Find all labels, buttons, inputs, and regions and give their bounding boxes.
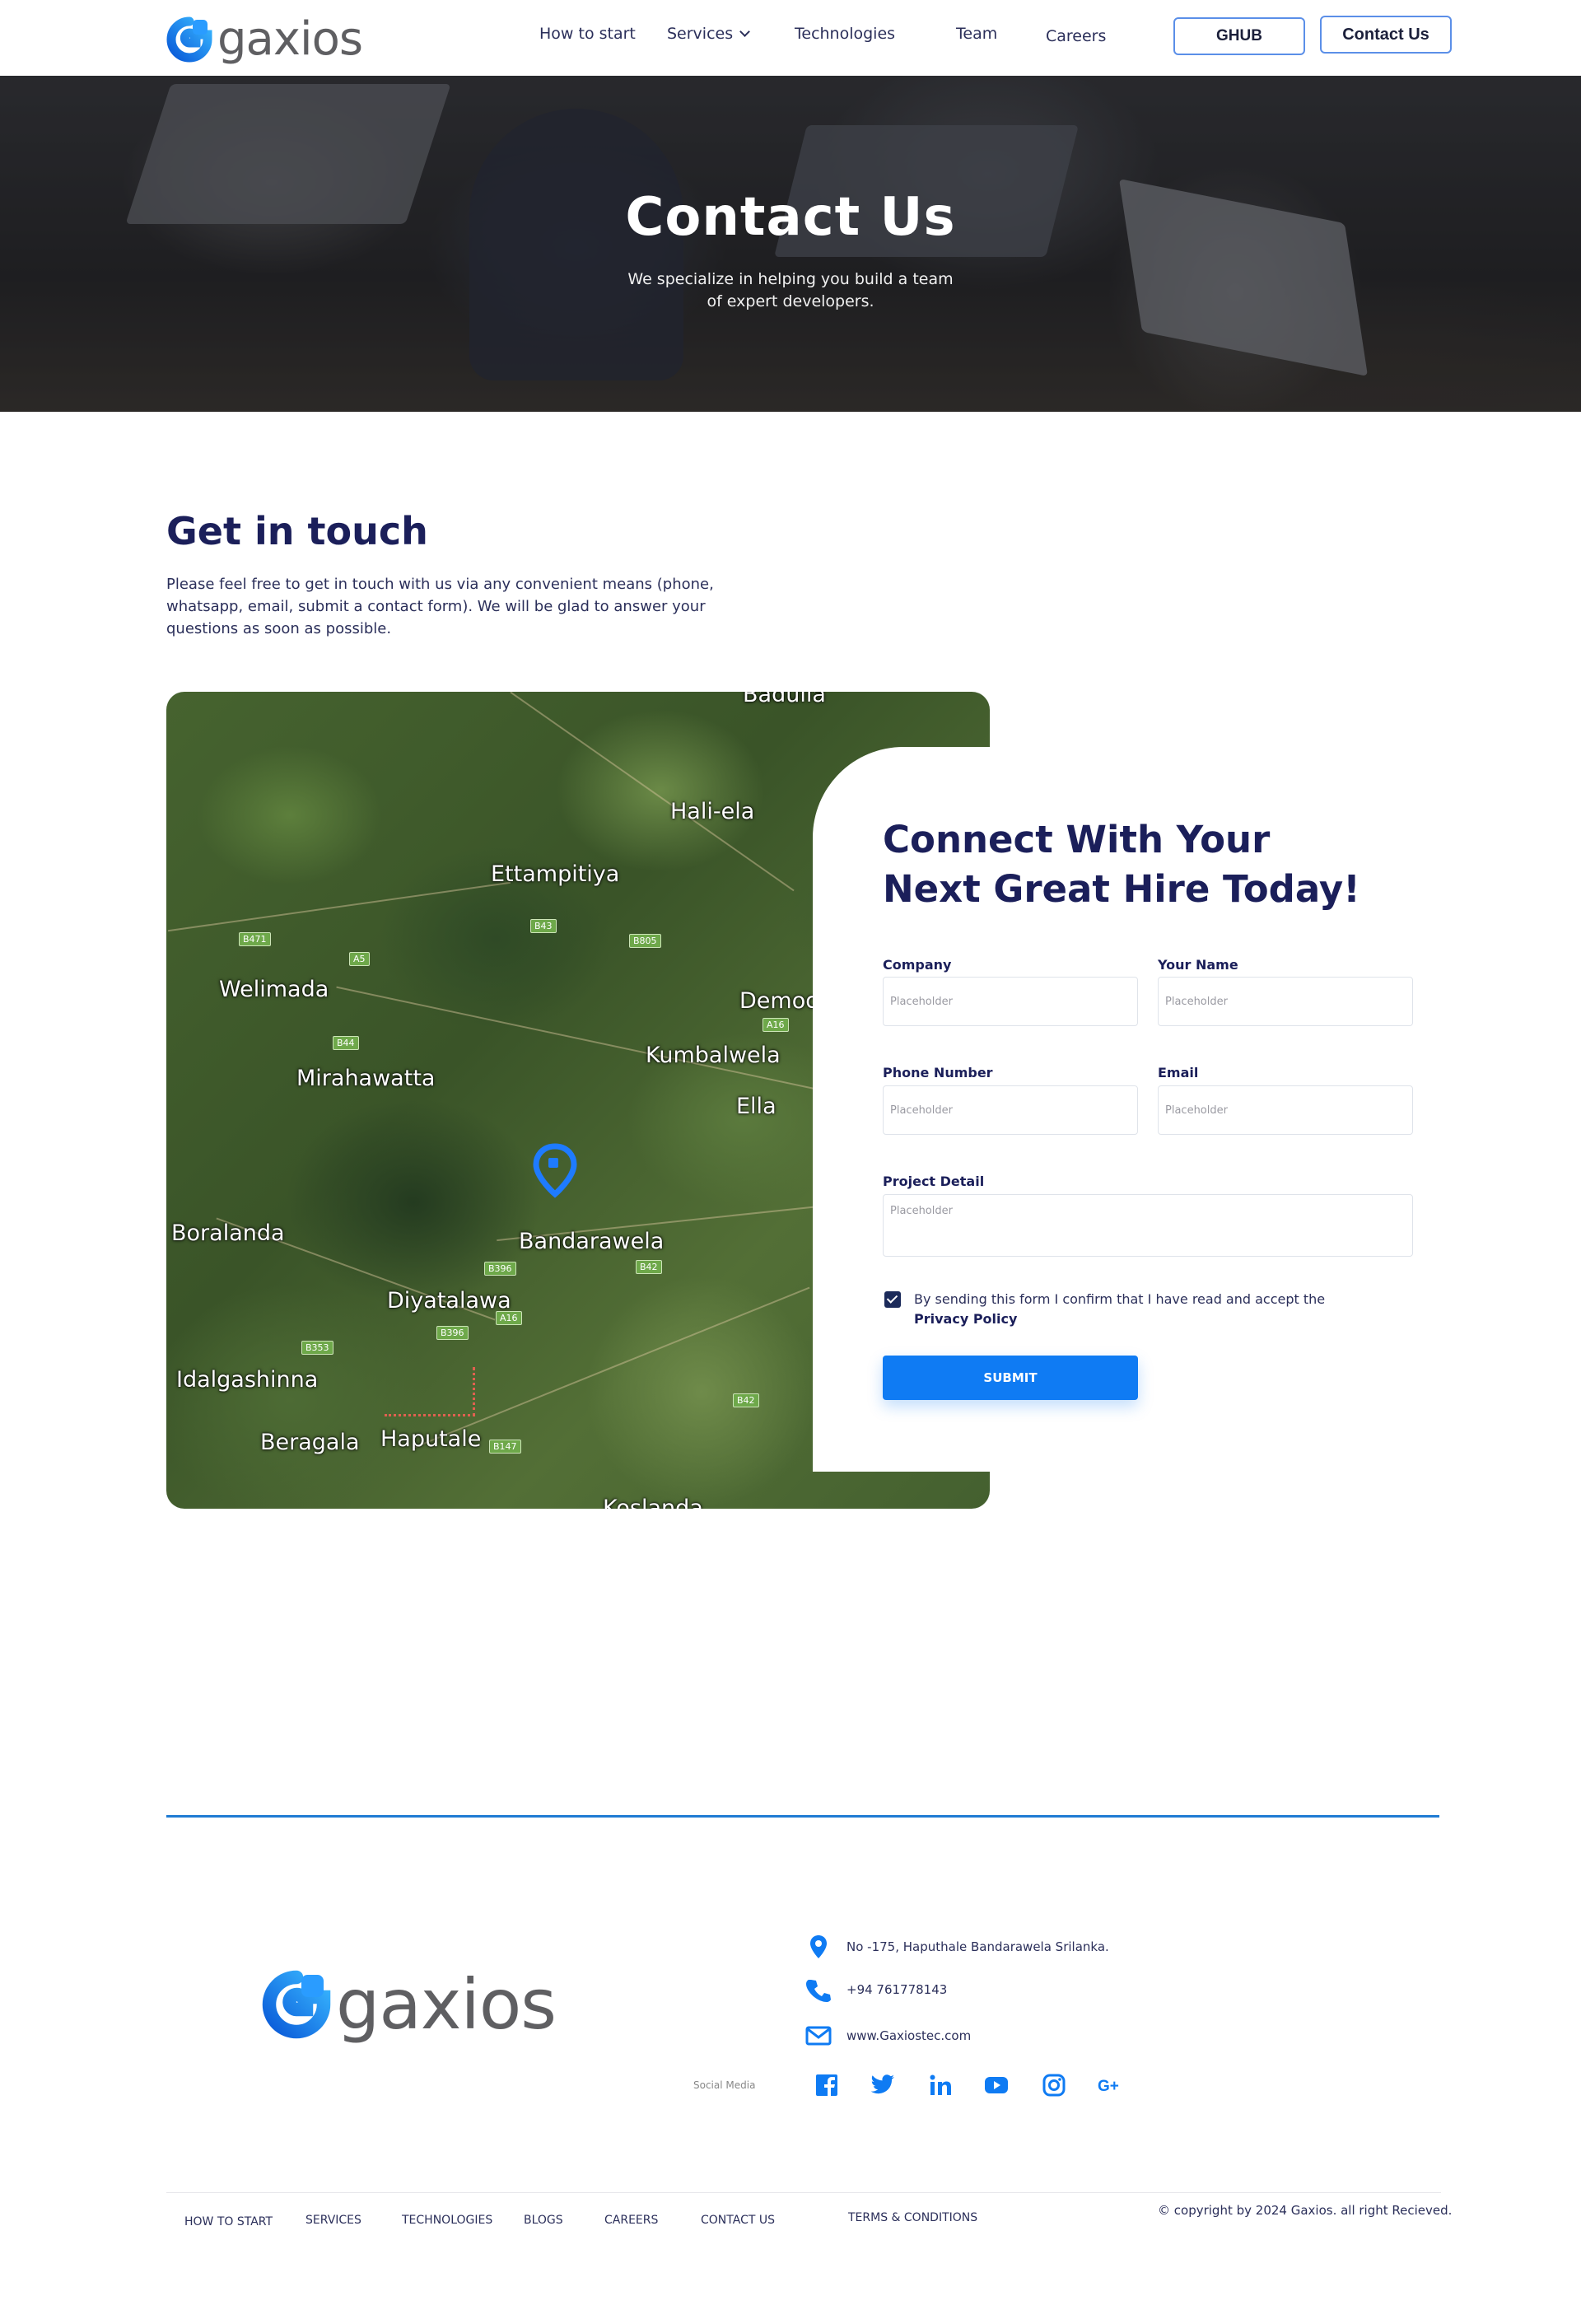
privacy-policy-link[interactable]: Privacy Policy [914,1311,1017,1327]
footer-brand-wordmark: gaxios [336,1964,557,2045]
map-place-label: Beragala [260,1430,360,1455]
get-in-touch-text: Please feel free to get in touch with us… [166,576,714,637]
phone-icon [805,1976,832,2003]
map-pin-icon[interactable] [532,1143,578,1199]
footer-bottom-divider [166,2192,1441,2193]
footer-link-technologies[interactable]: TECHNOLOGIES [402,2214,492,2227]
gaxios-logo-icon [166,16,212,63]
road-shield: B396 [484,1262,516,1276]
project-detail-label: Project Detail [883,1174,985,1189]
email-input[interactable] [1158,1085,1413,1135]
map-place-label: Boralanda [171,1220,285,1246]
road-shield: B43 [530,919,557,933]
footer-link-blogs[interactable]: BLOGS [524,2214,563,2227]
nav-services[interactable]: Services [667,25,750,43]
mail-icon [805,2023,832,2049]
nav-team[interactable]: Team [956,25,997,43]
submit-button[interactable]: SUBMIT [883,1356,1138,1400]
map-place-label: Badulla [743,692,826,707]
road-shield: A5 [349,952,370,966]
brand-wordmark: gaxios [217,12,363,66]
address-text: No -175, Haputhale Bandarawela Srilanka. [846,1939,1109,1954]
footer-link-services[interactable]: SERVICES [305,2214,361,2227]
footer-phone[interactable]: +94 761778143 [805,1976,947,2003]
phone-text: +94 761778143 [846,1982,948,1997]
map-place-label: Diyatalawa [387,1288,511,1314]
map-place-label: Idalgashinna [176,1367,319,1393]
gaxios-logo-icon [262,1970,331,2039]
consent-text: By sending this form I confirm that I ha… [914,1291,1326,1307]
hero-subtitle: We specialize in helping you build a tea… [627,270,954,310]
road-shield: B42 [636,1260,662,1274]
instagram-icon[interactable] [1040,2071,1068,2099]
road-shield: B353 [301,1341,333,1355]
project-detail-input[interactable] [883,1194,1413,1257]
get-in-touch-title: Get in touch [166,509,428,553]
linkedin-icon[interactable] [926,2071,954,2099]
contact-us-button[interactable]: Contact Us [1320,16,1452,54]
hero-title: Contact Us [625,187,956,248]
map-place-label: Hali-ela [670,799,755,824]
map-place-label: Koslanda [603,1496,703,1509]
form-title-line-1: Connect With Your [883,818,1271,861]
facebook-icon[interactable] [813,2071,841,2099]
social-media-label: Social Media [693,2079,756,2091]
your-name-label: Your Name [1158,957,1238,973]
location-pin-icon [805,1934,832,1960]
email-label: Email [1158,1065,1199,1080]
hero-banner: Contact Us We specialize in helping you … [0,76,1581,412]
website-text: www.Gaxiostec.com [846,2028,972,2043]
map-road [167,881,511,932]
road-shield: A16 [763,1018,789,1032]
map-place-label: Demod [739,988,820,1014]
nav-services-label: Services [667,25,734,43]
site-header: gaxios How to start Services Technologie… [0,0,1581,76]
chevron-down-icon [739,26,750,37]
phone-number-input[interactable] [883,1085,1138,1135]
svg-text:G+: G+ [1098,2078,1119,2094]
footer-address: No -175, Haputhale Bandarawela Srilanka. [805,1934,1109,1960]
ghub-button[interactable]: GHUB [1173,17,1305,55]
road-shield: B44 [333,1036,359,1050]
copyright-text: © copyright by 2024 Gaxios. all right Re… [1158,2203,1453,2218]
youtube-icon[interactable] [982,2071,1010,2099]
footer-website[interactable]: www.Gaxiostec.com [805,2023,971,2049]
map-place-label: Kumbalwela [646,1043,781,1068]
footer-divider [166,1815,1439,1818]
consent-checkbox[interactable] [884,1291,901,1308]
footer-link-how-to-start[interactable]: HOW TO START [184,2215,273,2228]
road-shield: B396 [436,1326,469,1340]
map-place-label: Mirahawatta [296,1066,436,1091]
company-input[interactable] [883,977,1138,1026]
your-name-input[interactable] [1158,977,1413,1026]
road-shield: B805 [629,934,661,948]
map-trail [385,1367,475,1416]
nav-how-to-start[interactable]: How to start [539,25,636,43]
footer-link-careers[interactable]: CAREERS [604,2214,658,2227]
road-shield: B42 [733,1393,759,1407]
map-place-label: Ella [736,1094,777,1119]
footer-link-contact-us[interactable]: CONTACT US [701,2214,775,2227]
map-place-label: Welimada [219,977,329,1002]
twitter-icon[interactable] [869,2071,897,2099]
nav-technologies[interactable]: Technologies [795,25,895,43]
map-place-label: Ettampitiya [491,861,620,887]
footer-link-terms[interactable]: TERMS & CONDITIONS [848,2211,977,2224]
road-shield: B147 [489,1440,521,1454]
nav-careers[interactable]: Careers [1046,27,1106,45]
map-place-label: Haputale [380,1426,482,1452]
road-shield: B471 [239,932,271,946]
header-logo[interactable]: gaxios [166,12,363,66]
road-shield: A16 [496,1311,522,1325]
footer-logo[interactable]: gaxios [262,1964,557,2045]
form-title-line-2: Next Great Hire Today! [883,867,1360,911]
form-title: Connect With Your Next Great Hire Today! [883,815,1459,914]
company-label: Company [883,957,952,973]
google-plus-icon[interactable]: G+ [1096,2071,1124,2099]
map-place-label: Bandarawela [519,1229,665,1254]
phone-number-label: Phone Number [883,1065,993,1080]
